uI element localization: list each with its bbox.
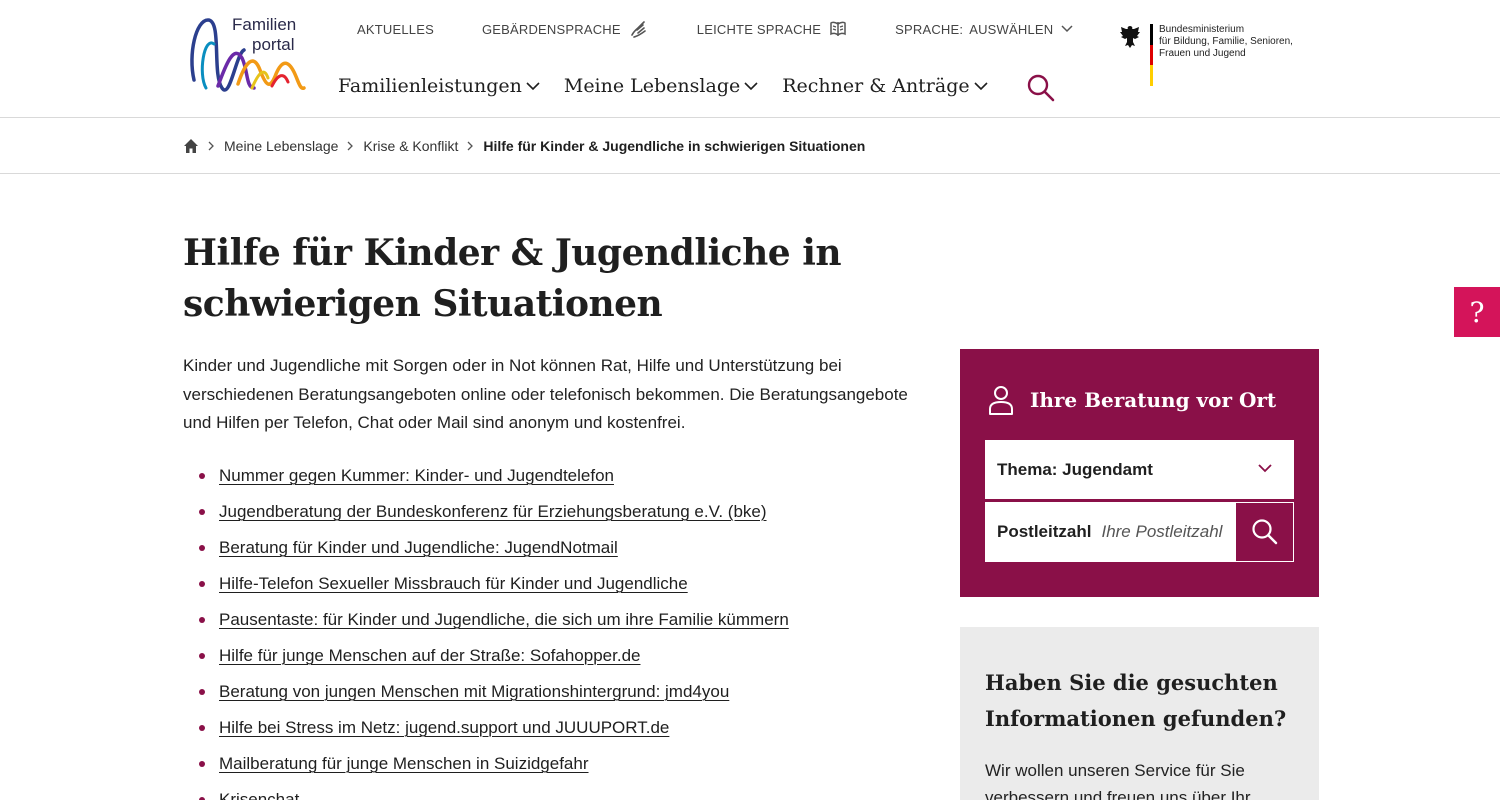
question-mark-icon: ? xyxy=(1469,295,1485,329)
search-icon xyxy=(1027,74,1055,102)
help-link[interactable]: Hilfe für junge Menschen auf der Straße:… xyxy=(219,646,640,665)
site-header: Familien portal AKTUELLES GEBÄRDENSPRACH… xyxy=(0,0,1500,118)
help-link[interactable]: Nummer gegen Kummer: Kinder- und Jugendt… xyxy=(219,466,614,485)
postal-code-search-button[interactable] xyxy=(1235,502,1294,562)
meta-link-gebaerdensprache[interactable]: GEBÄRDENSPRACHE xyxy=(482,19,649,39)
feedback-title: Haben Sie die gesuchten Informationen ge… xyxy=(985,670,1287,731)
list-item: Beratung für Kinder und Jugendliche: Jug… xyxy=(199,530,919,566)
meta-nav: AKTUELLES GEBÄRDENSPRACHE LEICHTE SPRACH… xyxy=(357,18,1073,40)
topic-select-value: Thema: Jugendamt xyxy=(997,459,1153,479)
language-label: SPRACHE: xyxy=(895,21,964,37)
list-item: Hilfe bei Stress im Netz: jugend.support… xyxy=(199,710,919,746)
chevron-down-icon xyxy=(744,81,758,91)
topic-select[interactable]: Thema: Jugendamt xyxy=(985,440,1294,499)
page-title: Hilfe für Kinder & Jugendliche in schwie… xyxy=(183,232,842,325)
language-selector[interactable]: SPRACHE: AUSWÄHLEN xyxy=(895,22,1073,37)
ministry-line: Frauen und Jugend xyxy=(1159,48,1246,59)
chevron-down-icon xyxy=(1258,464,1272,473)
language-value: AUSWÄHLEN xyxy=(969,21,1054,37)
flag-stripe-red xyxy=(1150,44,1153,66)
help-link[interactable]: Mailberatung für junge Menschen in Suizi… xyxy=(219,754,589,773)
chevron-right-icon xyxy=(347,141,354,151)
nav-item-label: Familienleistungen xyxy=(338,75,522,97)
list-item: Krisenchat xyxy=(199,782,919,800)
feedback-text: Wir wollen unseren Service für Sie verbe… xyxy=(985,761,1251,800)
search-icon xyxy=(1251,519,1277,545)
meta-link-label: AKTUELLES xyxy=(357,21,434,37)
easy-language-book-icon xyxy=(829,19,847,39)
postal-code-input[interactable] xyxy=(1101,522,1232,542)
header-search-button[interactable] xyxy=(1026,73,1056,103)
list-item: Hilfe für junge Menschen auf der Straße:… xyxy=(199,638,919,674)
local-counseling-title: Ihre Beratung vor Ort xyxy=(1030,388,1277,412)
nav-item-familienleistungen[interactable]: Familienleistungen xyxy=(338,75,540,97)
breadcrumb-current: Hilfe für Kinder & Jugendliche in schwie… xyxy=(483,137,866,154)
postal-code-label: Postleitzahl xyxy=(997,522,1092,541)
sign-language-icon xyxy=(629,19,649,39)
help-link[interactable]: Hilfe-Telefon Sexueller Missbrauch für K… xyxy=(219,574,688,593)
list-item: Pausentaste: für Kinder und Jugendliche,… xyxy=(199,602,919,638)
nav-item-label: Rechner & Anträge xyxy=(782,75,970,97)
list-item: Hilfe-Telefon Sexueller Missbrauch für K… xyxy=(199,566,919,602)
chevron-down-icon xyxy=(1061,25,1073,33)
intro-text: Kinder und Jugendliche mit Sorgen oder i… xyxy=(183,356,908,432)
ministry-line: für Bildung, Familie, Senioren, xyxy=(1159,36,1293,47)
chevron-right-icon xyxy=(208,141,215,151)
nav-item-meine-lebenslage[interactable]: Meine Lebenslage xyxy=(564,75,758,97)
breadcrumb-item-krise-konflikt[interactable]: Krise & Konflikt xyxy=(363,138,458,154)
help-link[interactable]: Beratung von jungen Menschen mit Migrati… xyxy=(219,682,729,701)
breadcrumb-item-meine-lebenslage[interactable]: Meine Lebenslage xyxy=(224,138,338,154)
logo-wordmark[interactable]: Familien portal xyxy=(232,15,296,55)
ministry-line: Bundesministerium xyxy=(1159,24,1245,35)
local-counseling-box: Ihre Beratung vor Ort Thema: Jugendamt P… xyxy=(960,349,1319,597)
breadcrumb: Meine Lebenslage Krise & Konflikt Hilfe … xyxy=(0,118,1500,174)
meta-link-label: GEBÄRDENSPRACHE xyxy=(481,21,621,37)
list-item: Jugendberatung der Bundeskonferenz für E… xyxy=(199,494,919,530)
main-nav: Familienleistungen Meine Lebenslage Rech… xyxy=(338,75,1012,97)
help-link[interactable]: Jugendberatung der Bundeskonferenz für E… xyxy=(219,502,767,521)
german-flag-bar xyxy=(1150,24,1153,87)
local-counseling-heading: Ihre Beratung vor Ort xyxy=(988,385,1276,415)
list-item: Mailberatung für junge Menschen in Suizi… xyxy=(199,746,919,782)
flag-stripe-gold xyxy=(1150,65,1153,87)
nav-item-label: Meine Lebenslage xyxy=(563,75,741,97)
help-link[interactable]: Pausentaste: für Kinder und Jugendliche,… xyxy=(219,610,789,629)
logo-line-1: Familien xyxy=(232,15,297,34)
postal-code-field: Postleitzahl xyxy=(985,502,1235,562)
federal-eagle-icon xyxy=(1120,26,1140,48)
flag-stripe-black xyxy=(1150,24,1153,45)
ministry-logo[interactable]: Bundesministerium für Bildung, Familie, … xyxy=(1118,24,1293,87)
meta-link-label: LEICHTE SPRACHE xyxy=(696,21,822,37)
person-icon xyxy=(988,385,1014,415)
chevron-down-icon xyxy=(526,81,540,91)
nav-item-rechner-antraege[interactable]: Rechner & Anträge xyxy=(782,75,988,97)
chevron-down-icon xyxy=(974,81,988,91)
chevron-right-icon xyxy=(467,141,474,151)
logo-line-2: portal xyxy=(252,35,295,54)
meta-link-aktuelles[interactable]: AKTUELLES xyxy=(357,22,434,37)
help-link[interactable]: Hilfe bei Stress im Netz: jugend.support… xyxy=(219,718,669,737)
ministry-name: Bundesministerium für Bildung, Familie, … xyxy=(1159,24,1293,60)
list-item: Beratung von jungen Menschen mit Migrati… xyxy=(199,674,919,710)
help-link-list: Nummer gegen Kummer: Kinder- und Jugendt… xyxy=(199,458,919,800)
home-icon[interactable] xyxy=(183,138,199,154)
help-button[interactable]: ? xyxy=(1454,287,1500,337)
help-link[interactable]: Beratung für Kinder und Jugendliche: Jug… xyxy=(219,538,618,557)
help-link[interactable]: Krisenchat xyxy=(219,790,299,800)
meta-link-leichte-sprache[interactable]: LEICHTE SPRACHE xyxy=(697,19,847,39)
list-item: Nummer gegen Kummer: Kinder- und Jugendt… xyxy=(199,458,919,494)
feedback-box: Haben Sie die gesuchten Informationen ge… xyxy=(960,627,1319,800)
